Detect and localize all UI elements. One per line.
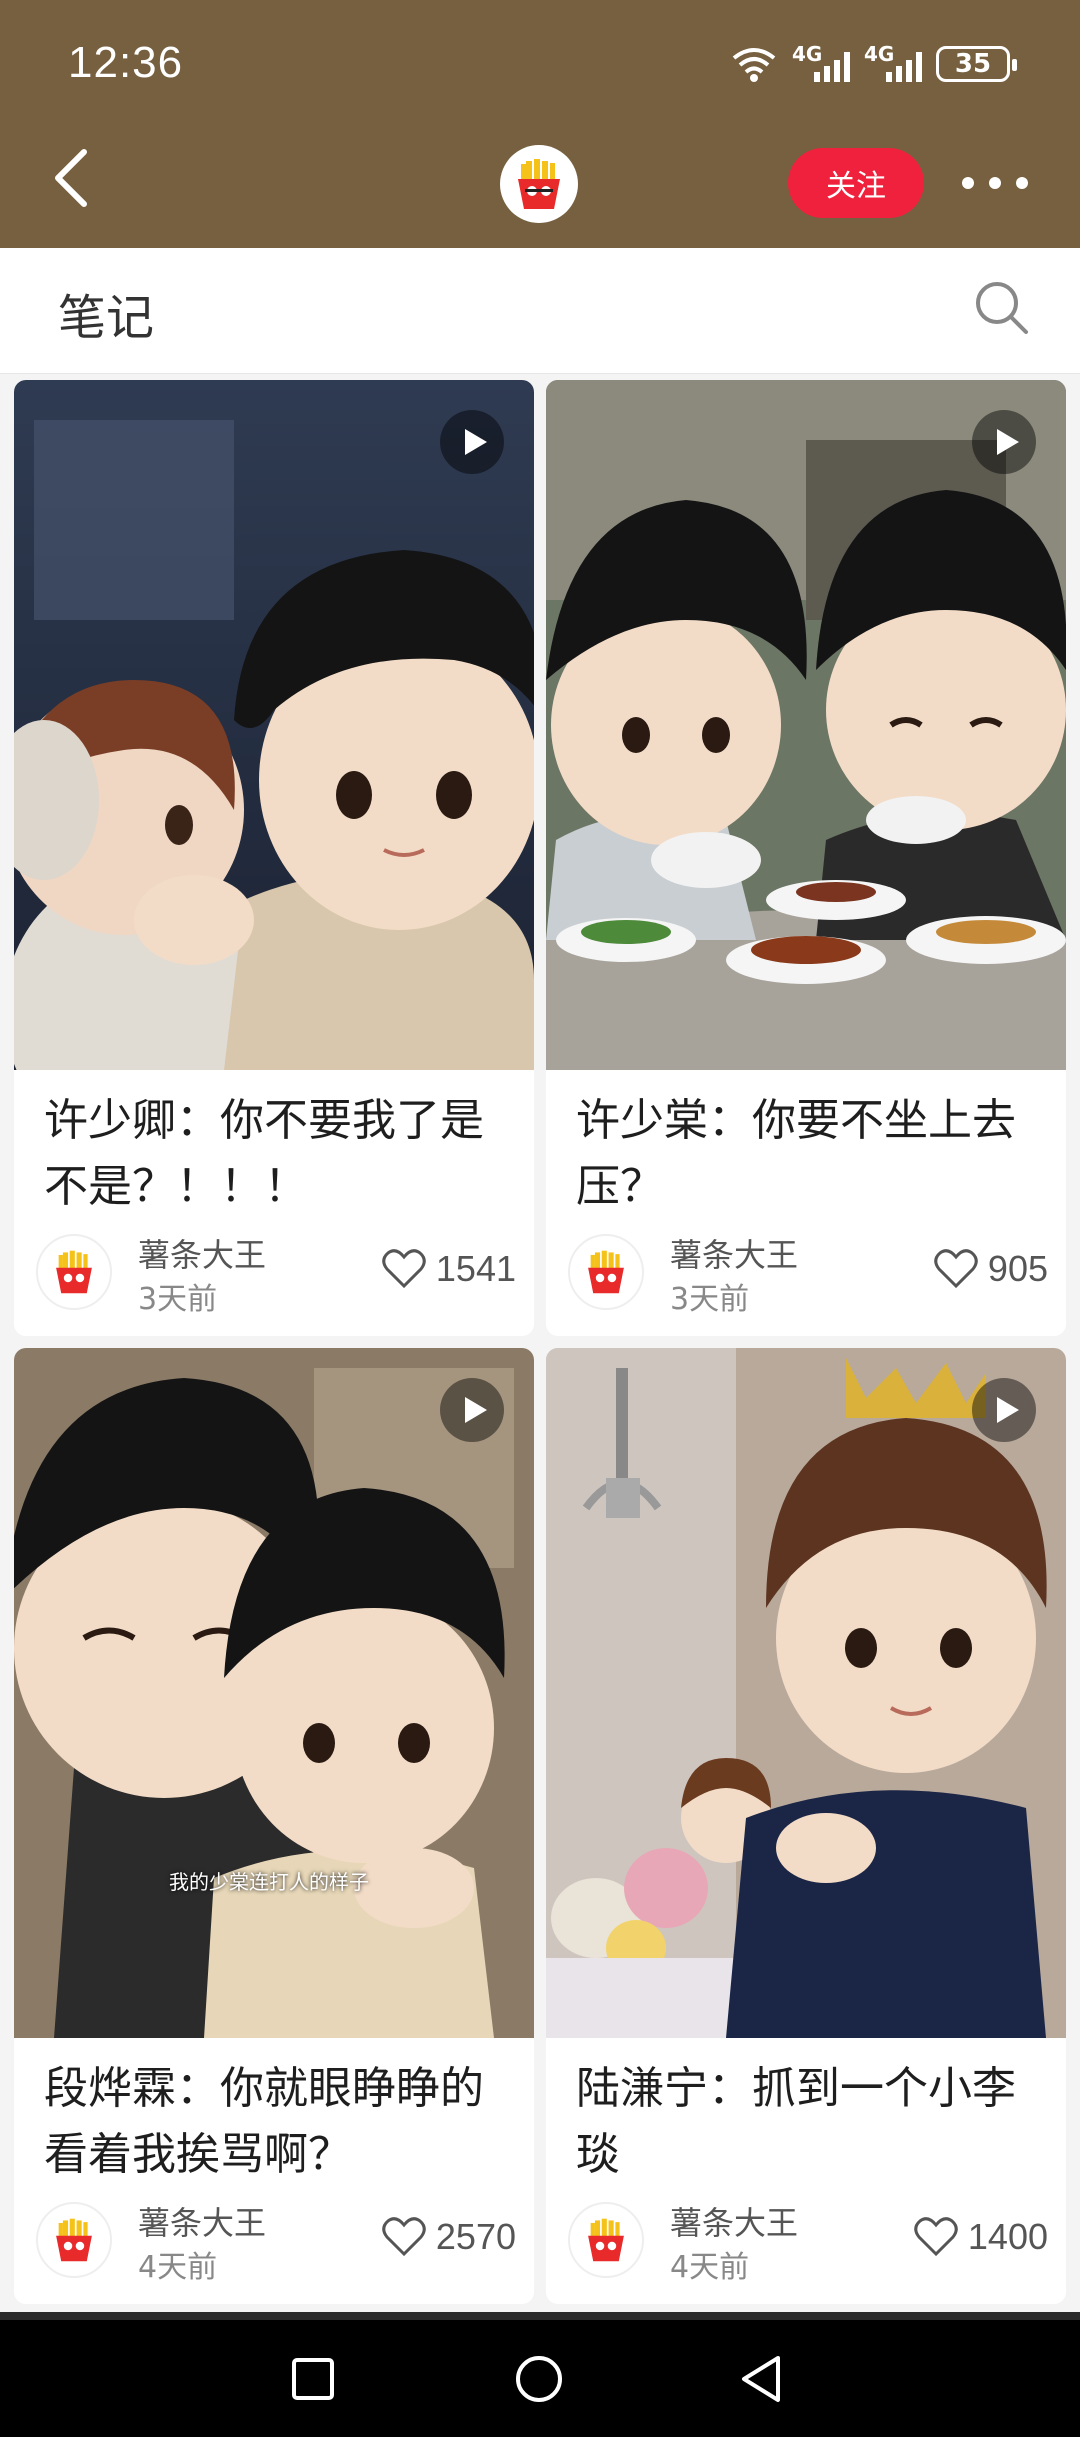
- follow-button[interactable]: 关注: [788, 148, 924, 218]
- note-cover-image[interactable]: [546, 1348, 1066, 2038]
- author-avatar[interactable]: [36, 1234, 112, 1310]
- heart-icon: [934, 1249, 978, 1289]
- post-time: 3天前: [670, 1282, 750, 1317]
- note-title[interactable]: 许少棠：你要不坐上去压？: [576, 1088, 1036, 1220]
- note-card[interactable]: 陆溓宁：抓到一个小李琰 薯条大王 4天前 1400: [546, 1348, 1066, 2304]
- note-cover-image[interactable]: 我的少棠连打人的样子: [14, 1348, 534, 2038]
- note-card[interactable]: 许少卿：你不要我了是不是？！！！ 薯条大王 3天前 1541: [14, 380, 534, 1336]
- section-header: 笔记: [0, 248, 1080, 374]
- note-card[interactable]: 我的少棠连打人的样子 段烨霖：你就眼睁睁的看着我挨骂啊？ 薯条大王 4天前 25…: [14, 1348, 534, 2304]
- profile-avatar[interactable]: [500, 145, 578, 223]
- video-caption: 我的少棠连打人的样子: [169, 1870, 369, 1894]
- author-name: 薯条大王: [670, 2204, 799, 2242]
- back-nav-icon[interactable]: [738, 2354, 784, 2404]
- system-nav-bar: [0, 2320, 1080, 2437]
- heart-icon: [382, 2217, 426, 2257]
- video-play-icon: [972, 1378, 1036, 1442]
- like-count: 1400: [967, 2216, 1048, 2257]
- search-icon[interactable]: [972, 278, 1032, 338]
- author-avatar[interactable]: [36, 2202, 112, 2278]
- post-time: 4天前: [138, 2250, 218, 2285]
- note-title[interactable]: 陆溓宁：抓到一个小李琰: [576, 2056, 1036, 2188]
- wifi-icon: [732, 48, 776, 82]
- status-bar: 12:36 4G 4G 35: [0, 0, 1080, 130]
- fries-logo-icon: [518, 159, 560, 209]
- section-title: 笔记: [58, 290, 155, 346]
- note-cover-image[interactable]: [14, 380, 534, 1070]
- heart-icon: [914, 2217, 958, 2257]
- more-options-icon[interactable]: [962, 170, 1028, 196]
- author-avatar[interactable]: [568, 2202, 644, 2278]
- signal-icon-2: 4G: [864, 42, 922, 86]
- note-title[interactable]: 许少卿：你不要我了是不是？！！！: [44, 1088, 504, 1220]
- post-time: 3天前: [138, 1282, 218, 1317]
- author-name: 薯条大王: [138, 2204, 267, 2242]
- note-cover-image[interactable]: [546, 380, 1066, 1070]
- like-button[interactable]: 1541: [382, 1248, 516, 1290]
- like-count: 905: [987, 1248, 1048, 1289]
- video-play-icon: [440, 1378, 504, 1442]
- like-button[interactable]: 905: [934, 1248, 1048, 1290]
- top-bar: 12:36 4G 4G 35 关注: [0, 0, 1080, 248]
- like-button[interactable]: 2570: [382, 2216, 516, 2258]
- status-time: 12:36: [68, 38, 184, 87]
- fries-logo-icon: [56, 2218, 92, 2262]
- recent-apps-icon[interactable]: [290, 2356, 336, 2402]
- note-author[interactable]: 薯条大王 4天前 1400: [568, 2202, 1048, 2285]
- heart-icon: [382, 1249, 426, 1289]
- back-arrow-icon[interactable]: [48, 146, 96, 210]
- video-play-icon: [440, 410, 504, 474]
- author-avatar[interactable]: [568, 1234, 644, 1310]
- like-button[interactable]: 1400: [914, 2216, 1048, 2258]
- author-name: 薯条大王: [670, 1236, 799, 1274]
- video-play-icon: [972, 410, 1036, 474]
- note-author[interactable]: 薯条大王 4天前 2570: [36, 2202, 516, 2285]
- status-icons: 4G 4G 35: [730, 42, 1017, 86]
- fries-logo-icon: [56, 1250, 92, 1294]
- battery-icon: 35: [936, 46, 1017, 82]
- post-time: 4天前: [670, 2250, 750, 2285]
- note-title[interactable]: 段烨霖：你就眼睁睁的看着我挨骂啊？: [44, 2056, 504, 2188]
- like-count: 2570: [435, 2216, 516, 2257]
- battery-level: 35: [954, 49, 992, 79]
- like-count: 1541: [435, 1248, 516, 1289]
- note-author[interactable]: 薯条大王 3天前 1541: [36, 1234, 516, 1317]
- note-author[interactable]: 薯条大王 3天前 905: [568, 1234, 1048, 1317]
- author-name: 薯条大王: [138, 1236, 267, 1274]
- note-card[interactable]: 许少棠：你要不坐上去压？ 薯条大王 3天前 905: [546, 380, 1066, 1336]
- home-icon[interactable]: [514, 2354, 564, 2404]
- fries-logo-icon: [588, 2218, 624, 2262]
- fries-logo-icon: [588, 1250, 624, 1294]
- signal-icon-1: 4G: [792, 42, 850, 86]
